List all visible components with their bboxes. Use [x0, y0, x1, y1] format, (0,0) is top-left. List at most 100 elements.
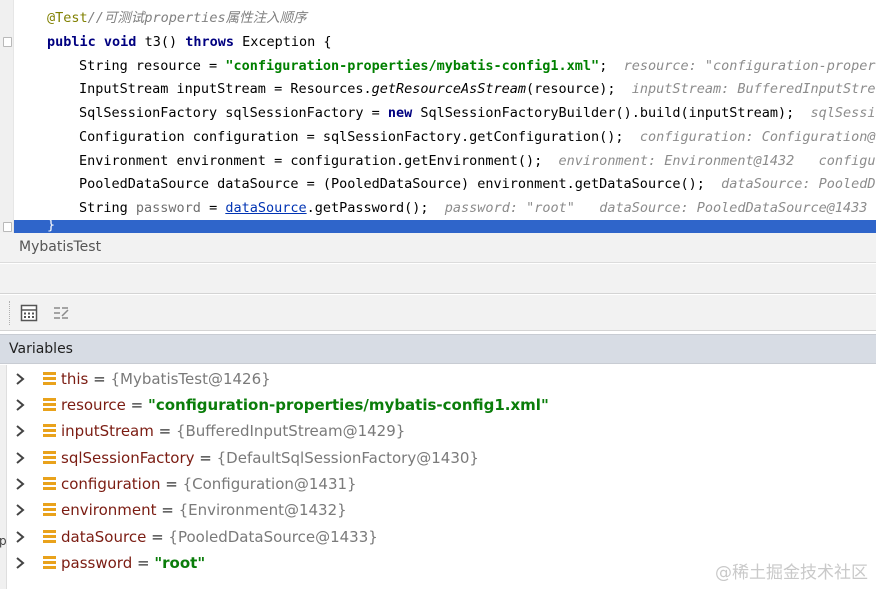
variable-equals: = [132, 554, 155, 572]
toolbar-separator [9, 301, 10, 325]
field-icon [43, 398, 56, 411]
code-line-annotation: @Test//可测试properties属性注入顺序 [47, 7, 307, 30]
expand-chevron-icon[interactable] [13, 398, 27, 412]
code-line-environment: Environment environment = configuration.… [79, 150, 876, 173]
code-text: PooledDataSource dataSource = (PooledDat… [79, 176, 705, 192]
variable-text: configuration = {Configuration@1431} [61, 473, 357, 495]
code-text: ; [599, 58, 608, 74]
editor-gutter[interactable] [0, 0, 14, 233]
expand-chevron-icon[interactable] [13, 451, 27, 465]
variable-equals: = [156, 501, 179, 519]
variable-text: sqlSessionFactory = {DefaultSqlSessionFa… [61, 447, 479, 469]
method-signature-rest: Exception { [234, 34, 332, 50]
variable-value: "configuration-properties/mybatis-config… [148, 396, 549, 414]
debug-session-title[interactable]: MybatisTest [19, 239, 101, 255]
field-icon [43, 372, 56, 385]
variable-equals: = [194, 449, 217, 467]
code-line-inputstream: InputStream inputStream = Resources.getR… [79, 78, 876, 101]
variable-row[interactable]: environment = {Environment@1432} [8, 497, 876, 523]
code-text: String [79, 200, 136, 216]
keyword-void: void [103, 34, 137, 50]
static-method-call: getResourceAsStream [371, 81, 527, 97]
fold-marker-icon[interactable] [3, 37, 12, 47]
variable-text: dataSource = {PooledDataSource@1433} [61, 526, 378, 548]
evaluate-expression-icon[interactable] [20, 304, 38, 322]
field-icon [43, 503, 56, 516]
comment-token: //可测试properties属性注入顺序 [87, 10, 307, 26]
frames-panel-edge-label: p [0, 534, 7, 548]
code-text: Configuration configuration = sqlSession… [79, 129, 624, 145]
code-text: SqlSessionFactoryBuilder().build(inputSt… [412, 105, 795, 121]
variables-title: Variables [9, 341, 73, 357]
variable-equals: = [160, 475, 183, 493]
variable-text: inputStream = {BufferedInputStream@1429} [61, 420, 405, 442]
debug-tab-header[interactable]: MybatisTest [0, 233, 876, 263]
code-text: = [200, 200, 226, 216]
fold-marker-icon[interactable] [3, 222, 12, 232]
method-name: t3() [136, 34, 186, 50]
code-line-configuration: Configuration configuration = sqlSession… [79, 126, 876, 149]
field-icon [43, 424, 56, 437]
variable-text: environment = {Environment@1432} [61, 499, 347, 521]
expand-chevron-icon[interactable] [13, 556, 27, 570]
variable-value: {PooledDataSource@1433} [168, 528, 378, 546]
variable-equals: = [153, 422, 176, 440]
inline-debug-hint: sqlSession [810, 105, 876, 121]
code-editor[interactable]: @Test//可测试properties属性注入顺序 public void t… [0, 0, 876, 233]
variable-row[interactable]: dataSource = {PooledDataSource@1433} [8, 524, 876, 550]
code-line-datasource: PooledDataSource dataSource = (PooledDat… [79, 173, 876, 196]
keyword-new: new [387, 105, 413, 121]
variable-value: {BufferedInputStream@1429} [175, 422, 406, 440]
annotation-token: @Test [47, 10, 88, 26]
variable-name: this [61, 370, 89, 388]
field-icon [43, 451, 56, 464]
restore-layout-icon[interactable] [52, 304, 70, 322]
expand-chevron-icon[interactable] [13, 372, 27, 386]
code-line-password: String password = dataSource.getPassword… [79, 197, 867, 220]
variable-row[interactable]: inputStream = {BufferedInputStream@1429} [8, 418, 876, 444]
variable-name: configuration [61, 475, 161, 493]
debug-toolbar [0, 295, 876, 331]
watermark: @稀土掘金技术社区 [715, 563, 868, 583]
expand-chevron-icon[interactable] [13, 503, 27, 517]
inline-debug-hint: inputStream: BufferedInputStream [631, 81, 876, 97]
variable-value: {Environment@1432} [178, 501, 347, 519]
variable-text: this = {MybatisTest@1426} [61, 368, 271, 390]
variable-row[interactable]: resource = "configuration-properties/myb… [8, 392, 876, 418]
variable-row[interactable]: this = {MybatisTest@1426} [8, 366, 876, 392]
frames-panel-edge[interactable] [0, 365, 7, 589]
code-line-method-signature: public void t3() throws Exception { [47, 31, 332, 54]
unused-variable: password [135, 200, 201, 216]
variable-name: dataSource [61, 528, 147, 546]
reference-link[interactable]: dataSource [225, 200, 306, 216]
code-text: Environment environment = configuration.… [79, 153, 543, 169]
code-text: InputStream inputStream = Resources. [79, 81, 372, 97]
field-icon [43, 530, 56, 543]
variable-value: {Configuration@1431} [182, 475, 357, 493]
variable-row[interactable]: sqlSessionFactory = {DefaultSqlSessionFa… [8, 445, 876, 471]
variable-text: password = "root" [61, 552, 205, 574]
expand-chevron-icon[interactable] [13, 477, 27, 491]
inline-debug-hint: environment: Environment@1432 configurat [558, 153, 876, 169]
variable-value: "root" [154, 554, 206, 572]
variable-equals: = [125, 396, 148, 414]
field-icon [43, 556, 56, 569]
inline-debug-hint: configuration: Configuration@14 [639, 129, 876, 145]
variables-panel-header: Variables [0, 334, 876, 364]
variable-name: resource [61, 396, 126, 414]
inline-debug-hint: resource: "configuration-propertie [623, 58, 876, 74]
code-text: (resource); [526, 81, 616, 97]
closing-brace: } [47, 217, 56, 233]
variable-text: resource = "configuration-properties/myb… [61, 394, 549, 416]
variable-name: environment [61, 501, 157, 519]
variable-value: {DefaultSqlSessionFactory@1430} [216, 449, 479, 467]
current-execution-line[interactable]: } [14, 217, 876, 233]
variable-equals: = [88, 370, 111, 388]
keyword-public: public [47, 34, 96, 50]
variable-name: password [61, 554, 133, 572]
code-text: SqlSessionFactory sqlSessionFactory = [79, 105, 388, 121]
expand-chevron-icon[interactable] [13, 424, 27, 438]
code-line-resource: String resource = "configuration-propert… [79, 55, 876, 78]
expand-chevron-icon[interactable] [13, 530, 27, 544]
variable-row[interactable]: configuration = {Configuration@1431} [8, 471, 876, 497]
